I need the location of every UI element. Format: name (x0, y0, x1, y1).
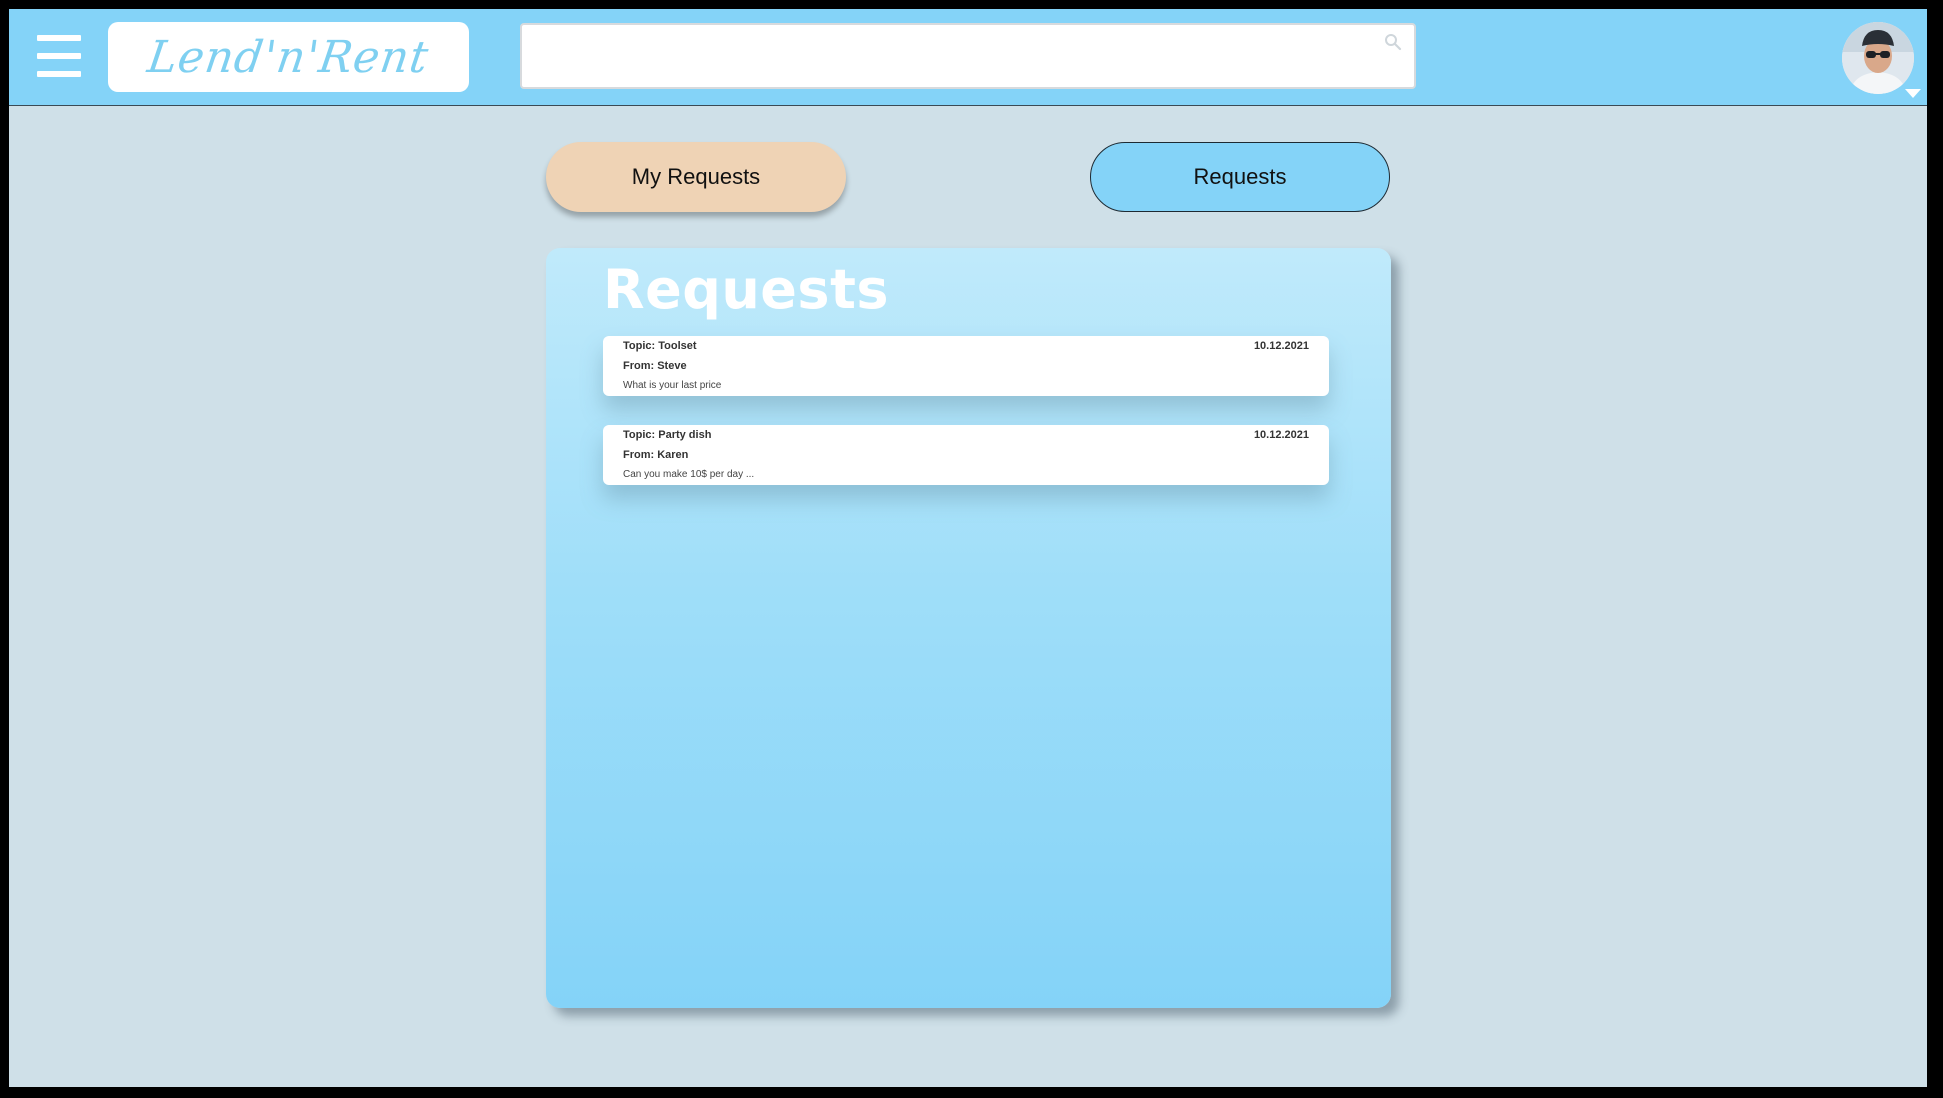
request-card[interactable]: Topic: Toolset 10.12.2021 From: Steve Wh… (603, 336, 1329, 396)
request-message: Can you make 10$ per day ... (623, 469, 755, 480)
requests-panel: Requests Topic: Toolset 10.12.2021 From:… (546, 248, 1391, 1008)
tab-requests[interactable]: Requests (1090, 142, 1390, 212)
request-date: 10.12.2021 (1253, 340, 1309, 352)
caret-down-icon[interactable] (1905, 89, 1921, 98)
search-bar (520, 23, 1416, 89)
panel-title: Requests (603, 258, 890, 321)
menu-line (37, 35, 81, 41)
request-sender: From: Karen (623, 449, 689, 461)
tab-label: My Requests (631, 164, 761, 189)
request-card[interactable]: Topic: Party dish 10.12.2021 From: Karen… (603, 425, 1329, 485)
search-input[interactable] (522, 25, 1414, 87)
menu-line (37, 53, 81, 59)
tab-my-requests[interactable]: My Requests (546, 142, 846, 212)
avatar-image (1842, 22, 1914, 94)
request-message: What is your last price (623, 380, 722, 391)
logo[interactable]: Lend'n'Rent (108, 22, 469, 92)
menu-line (37, 71, 81, 77)
request-topic: Topic: Toolset (623, 340, 697, 352)
avatar[interactable] (1842, 22, 1914, 94)
hamburger-menu-icon[interactable] (37, 35, 81, 77)
request-topic: Topic: Party dish (623, 429, 712, 441)
tab-label: Requests (1193, 164, 1287, 189)
request-date: 10.12.2021 (1253, 429, 1309, 441)
top-bar: Lend'n'Rent (9, 9, 1927, 106)
search-icon[interactable] (1384, 33, 1402, 51)
app-window: Lend'n'Rent My Requests Requests Request… (9, 9, 1927, 1087)
logo-text: Lend'n'Rent (144, 31, 433, 83)
request-sender: From: Steve (623, 360, 687, 372)
